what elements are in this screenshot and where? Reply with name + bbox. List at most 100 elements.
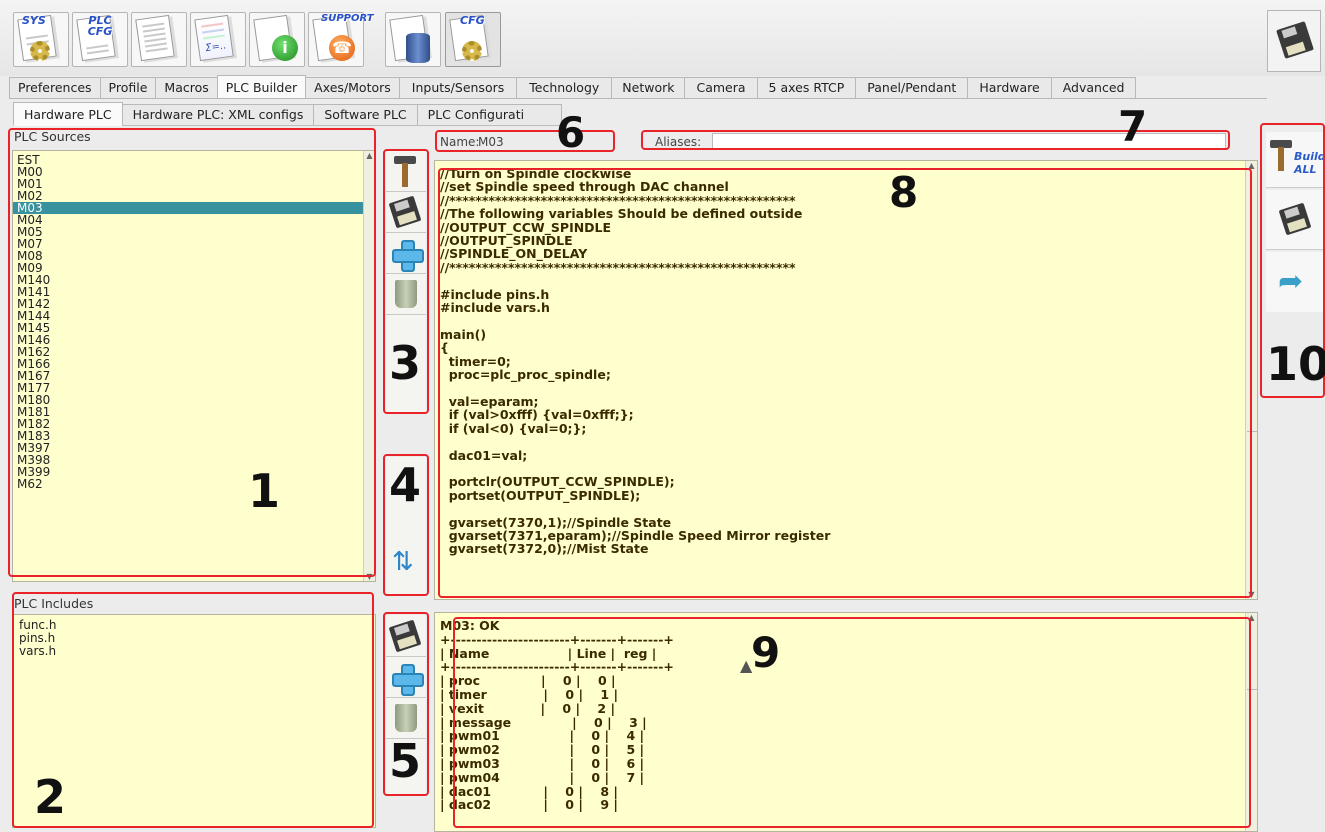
tab-preferences[interactable]: Preferences [9,77,101,99]
editor-scrollbar[interactable]: ▲ ▼ [1245,161,1257,599]
plc-source-item[interactable]: M00 [13,166,365,178]
plc-source-item[interactable]: M183 [13,430,365,442]
plc-source-item[interactable]: M09 [13,262,365,274]
annotation-number-1: 1 [248,464,281,518]
plc-source-item[interactable]: M03 [13,202,365,214]
plc-source-item[interactable]: M01 [13,178,365,190]
plc-source-item[interactable]: M399 [13,466,365,478]
plc-source-item[interactable]: M62 [13,478,365,490]
tab-profile[interactable]: Profile [99,77,157,99]
plc-source-item[interactable]: M08 [13,250,365,262]
compiler-output[interactable]: M03: OK +-----------------------+-------… [434,612,1258,832]
tab-camera[interactable]: Camera [684,77,758,99]
aliases-input[interactable] [712,133,1226,149]
plus-icon [392,664,424,696]
name-value[interactable]: M03 [478,135,504,149]
plc-source-item[interactable]: M181 [13,406,365,418]
delete-include-button[interactable] [386,699,426,739]
add-source-button[interactable] [386,234,426,274]
plc-source-item[interactable]: M146 [13,334,365,346]
save-source-button[interactable] [386,193,426,233]
upload-button[interactable]: ➦ [1266,252,1325,312]
annotation-number-7: 7 [1118,102,1148,151]
plc-source-item[interactable]: M182 [13,418,365,430]
plc-source-item[interactable]: M145 [13,322,365,334]
plc-source-item[interactable]: M04 [13,214,365,226]
code-text[interactable]: //Turn on Spindle clockwise //set Spindl… [440,167,1240,597]
documents-button[interactable] [131,12,187,67]
floppy-disk-icon [1278,202,1312,236]
tab-5-axes-rtcp[interactable]: 5 axes RTCP [756,77,857,99]
scroll-thumb[interactable] [1247,689,1257,690]
build-all-button[interactable]: Build ALL [1266,132,1325,188]
plc-source-item[interactable]: M177 [13,382,365,394]
tab-hardware[interactable]: Hardware [967,77,1052,99]
database-button[interactable] [385,12,441,67]
plc-source-item[interactable]: M02 [13,190,365,202]
plc-source-item[interactable]: M142 [13,298,365,310]
scroll-up-icon[interactable]: ▲ [1246,161,1257,170]
tab-plc-builder[interactable]: PLC Builder [216,75,307,99]
plc-source-item[interactable]: M144 [13,310,365,322]
table-formula-button[interactable]: Σ=.. [190,12,246,67]
tab-hardware-plc[interactable]: Hardware PLC [13,102,123,126]
tab-inputs-sensors[interactable]: Inputs/Sensors [398,77,518,99]
plc-includes-list[interactable]: func.h pins.h vars.h [12,614,376,828]
tab-axes-motors[interactable]: Axes/Motors [305,77,400,99]
hammer-icon [394,156,418,188]
scroll-up-icon[interactable]: ▲ [364,151,375,160]
plc-include-item[interactable]: vars.h [15,645,56,658]
plc-cfg-button[interactable]: PLC CFG [72,12,128,67]
plus-icon [392,240,424,272]
save-include-button[interactable] [386,617,426,657]
plc-source-item[interactable]: M05 [13,226,365,238]
delete-source-button[interactable] [386,275,426,315]
tab-hardware-plc-xml-configs[interactable]: Hardware PLC: XML configs [121,104,315,126]
gear-icon [30,41,50,61]
plc-source-item[interactable]: M07 [13,238,365,250]
annotation-number-9: 9 [751,628,781,677]
plc-source-item[interactable]: M180 [13,394,365,406]
output-scrollbar[interactable]: ▲ [1245,613,1257,831]
plc-source-item[interactable]: M167 [13,370,365,382]
tab-advanced[interactable]: Advanced [1050,77,1137,99]
tab-technology[interactable]: Technology [516,77,613,99]
annotation-number-8: 8 [889,168,919,217]
support-button[interactable]: SUPPORT ☎ [308,12,374,67]
annotation-number-10: 10 [1266,337,1325,391]
gear-icon [462,41,482,61]
save-all-button[interactable] [1267,10,1321,72]
plc-source-item[interactable]: M140 [13,274,365,286]
plc-source-item[interactable]: M162 [13,346,365,358]
main-tabs: Preferences Profile Macros PLC Builder A… [9,75,1137,99]
tab-divider [9,98,1267,99]
plc-source-item[interactable]: M398 [13,454,365,466]
plc-builder-window: SYS PLC CFG Σ=.. i SUPPORT ☎ CFG Prefere… [0,0,1325,832]
tab-plc-configuration[interactable]: PLC Configurati [416,104,562,126]
plc-source-item[interactable]: M397 [13,442,365,454]
scroll-thumb[interactable] [1247,431,1257,432]
tab-software-plc[interactable]: Software PLC [313,104,418,126]
plc-source-item[interactable]: M141 [13,286,365,298]
cfg-button[interactable]: CFG [445,12,501,67]
tab-panel-pendant[interactable]: Panel/Pendant [855,77,969,99]
add-include-button[interactable] [386,658,426,698]
plc-sources-title: PLC Sources [14,129,91,144]
info-button[interactable]: i [249,12,305,67]
move-to-includes-button[interactable]: ⇅ [386,545,426,585]
scroll-up-icon[interactable]: ▲ [1246,613,1257,622]
sys-preferences-button[interactable]: SYS [13,12,69,67]
save-all-sources-button[interactable] [1266,190,1325,250]
build-button[interactable] [386,152,426,192]
scroll-down-icon[interactable]: ▼ [1246,590,1257,599]
code-editor[interactable]: //Turn on Spindle clockwise //set Spindl… [434,160,1258,600]
output-text: M03: OK +-----------------------+-------… [440,619,674,813]
sources-scrollbar[interactable]: ▲ ▼ [363,151,375,581]
plc-source-item[interactable]: EST [13,154,365,166]
plc-sources-list[interactable]: EST M00 M01 M02 M03 M04 M05 M07 M08 M09 M140 M141 M1… [12,150,376,582]
tab-network[interactable]: Network [611,77,686,99]
floppy-disk-icon [1276,21,1314,59]
plc-source-item[interactable]: M166 [13,358,365,370]
tab-macros[interactable]: Macros [155,77,218,99]
scroll-down-icon[interactable]: ▼ [364,572,375,581]
